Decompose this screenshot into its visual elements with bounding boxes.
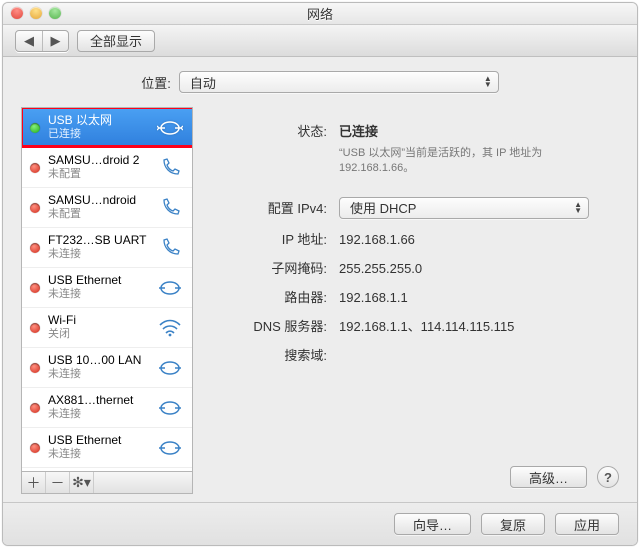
help-button[interactable]: ? xyxy=(597,466,619,488)
close-icon[interactable] xyxy=(11,7,23,19)
chevron-updown-icon: ▲▼ xyxy=(484,76,492,88)
service-status: 未连接 xyxy=(48,448,148,462)
back-button[interactable]: ◀ xyxy=(16,31,42,51)
service-status: 未配置 xyxy=(48,168,148,182)
advanced-row: 高级… ? xyxy=(510,466,619,488)
service-name: FT232…SB UART xyxy=(48,233,148,248)
assist-button[interactable]: 向导… xyxy=(394,513,471,535)
service-name: USB Ethernet xyxy=(48,273,148,288)
status-dot-icon xyxy=(30,243,40,253)
service-status: 未连接 xyxy=(48,368,148,382)
service-item[interactable]: AX881…thernet 未连接 xyxy=(22,388,192,428)
revert-button[interactable]: 复原 xyxy=(481,513,545,535)
service-name: USB Ethernet xyxy=(48,433,148,448)
dns-value: 192.168.1.1、114.114.115.115 xyxy=(339,316,514,335)
apply-button[interactable]: 应用 xyxy=(555,513,619,535)
phone-icon xyxy=(156,194,184,222)
traffic-lights xyxy=(11,7,61,19)
zoom-icon[interactable] xyxy=(49,7,61,19)
service-status: 未配置 xyxy=(48,208,148,222)
status-dot-icon xyxy=(30,443,40,453)
show-all-button[interactable]: 全部显示 xyxy=(77,30,155,52)
ethernet-icon xyxy=(156,434,184,462)
config-value: 使用 DHCP xyxy=(350,198,416,217)
service-item[interactable]: Wi-Fi 关闭 xyxy=(22,308,192,348)
highlight-box xyxy=(21,107,193,148)
content: 位置: 自动 ▲▼ USB 以太网 已连接 xyxy=(3,57,637,545)
service-item[interactable]: SAMSU…droid 2 未配置 xyxy=(22,148,192,188)
status-desc: “USB 以太网”当前是活跃的，其 IP 地址为 192.168.1.66。 xyxy=(339,146,559,177)
service-list: USB 以太网 已连接 SAMSU…droid 2 未配置 xyxy=(21,107,193,472)
config-label: 配置 IPv4: xyxy=(207,198,327,217)
list-action-bar: ＋ － ✻▾ xyxy=(21,472,193,494)
advanced-button[interactable]: 高级… xyxy=(510,466,587,488)
location-value: 自动 xyxy=(190,73,216,92)
service-item[interactable]: FT232…SB UART 未连接 xyxy=(22,228,192,268)
phone-icon xyxy=(156,154,184,182)
forward-button[interactable]: ▶ xyxy=(42,31,68,51)
status-dot-icon xyxy=(30,323,40,333)
service-name: SAMSU…ndroid xyxy=(48,193,148,208)
remove-button[interactable]: － xyxy=(46,472,70,493)
status-dot-icon xyxy=(30,363,40,373)
chevron-updown-icon: ▲▼ xyxy=(574,202,582,214)
service-item[interactable]: USB 10…00 LAN 未连接 xyxy=(22,348,192,388)
service-status: 未连接 xyxy=(48,288,148,302)
footer: 向导… 复原 应用 xyxy=(3,502,637,545)
router-label: 路由器: xyxy=(207,287,327,306)
nav-buttons: ◀ ▶ xyxy=(15,30,69,52)
window: 网络 ◀ ▶ 全部显示 位置: 自动 ▲▼ USB 以太网 xyxy=(2,2,638,546)
location-row: 位置: 自动 ▲▼ xyxy=(3,71,637,107)
ethernet-icon xyxy=(156,394,184,422)
service-name: SAMSU…droid 2 xyxy=(48,153,148,168)
location-label: 位置: xyxy=(141,73,171,92)
gear-icon: ✻▾ xyxy=(72,474,91,491)
service-item[interactable]: USB Ethernet 未连接 xyxy=(22,428,192,468)
service-name: Wi-Fi xyxy=(48,313,148,328)
wifi-icon xyxy=(156,314,184,342)
status-label: 状态: xyxy=(207,121,327,140)
status-dot-icon xyxy=(30,283,40,293)
ip-label: IP 地址: xyxy=(207,229,327,248)
mask-label: 子网掩码: xyxy=(207,258,327,277)
mask-value: 255.255.255.0 xyxy=(339,261,422,276)
gear-button[interactable]: ✻▾ xyxy=(70,472,94,493)
service-item[interactable]: SAMSU…ndroid 未配置 xyxy=(22,188,192,228)
router-value: 192.168.1.1 xyxy=(339,290,408,305)
status-block: 状态: 已连接 “USB 以太网”当前是活跃的，其 IP 地址为 192.168… xyxy=(207,121,619,177)
toolbar: ◀ ▶ 全部显示 xyxy=(3,25,637,57)
phone-icon xyxy=(156,234,184,262)
window-title: 网络 xyxy=(307,4,333,23)
ip-value: 192.168.1.66 xyxy=(339,232,415,247)
service-name: AX881…thernet xyxy=(48,393,148,408)
main-area: USB 以太网 已连接 SAMSU…droid 2 未配置 xyxy=(3,107,637,502)
location-popup[interactable]: 自动 ▲▼ xyxy=(179,71,499,93)
service-status: 未连接 xyxy=(48,248,148,262)
minimize-icon[interactable] xyxy=(30,7,42,19)
service-name: USB 10…00 LAN xyxy=(48,353,148,368)
sidebar: USB 以太网 已连接 SAMSU…droid 2 未配置 xyxy=(21,107,193,494)
config-popup[interactable]: 使用 DHCP ▲▼ xyxy=(339,197,589,219)
service-status: 未连接 xyxy=(48,408,148,422)
status-dot-icon xyxy=(30,403,40,413)
dns-label: DNS 服务器: xyxy=(207,316,327,335)
status-dot-icon xyxy=(30,163,40,173)
service-status: 关闭 xyxy=(48,328,148,342)
add-button[interactable]: ＋ xyxy=(22,472,46,493)
search-label: 搜索域: xyxy=(207,345,327,364)
status-value: 已连接 xyxy=(339,124,378,139)
ethernet-icon xyxy=(156,354,184,382)
service-item[interactable]: USB Ethernet 未连接 xyxy=(22,268,192,308)
titlebar: 网络 xyxy=(3,3,637,25)
details-pane: 状态: 已连接 “USB 以太网”当前是活跃的，其 IP 地址为 192.168… xyxy=(207,107,619,494)
ethernet-icon xyxy=(156,274,184,302)
status-dot-icon xyxy=(30,203,40,213)
